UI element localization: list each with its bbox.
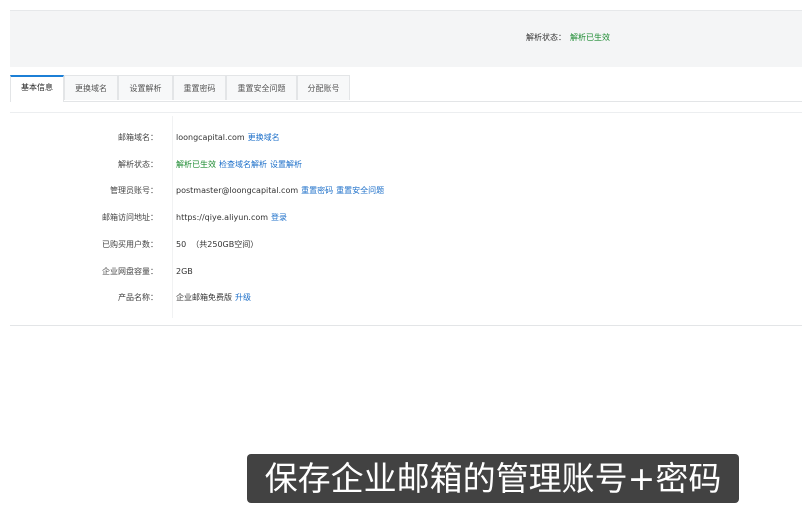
disk-capacity-label: 企业网盘容量： [102,267,158,276]
tab-change-domain[interactable]: 更换域名 [64,75,118,100]
admin-account-value: postmaster@loongcapital.com [176,186,299,195]
reset-password-link[interactable]: 重置密码 [301,186,333,195]
row-user-count: 已购买用户数： 50 （共250GB空间） [0,239,802,251]
dns-status-value: 解析已生效 [176,160,216,169]
check-dns-link[interactable]: 检查域名解析 [219,160,267,169]
mail-url-label: 邮箱访问地址： [102,213,158,222]
row-disk-capacity: 企业网盘容量： 2GB [0,266,802,278]
tab-assign-account[interactable]: 分配账号 [297,75,350,100]
reset-security-question-link[interactable]: 重置安全问题 [336,186,384,195]
row-admin-account: 管理员账号： postmaster@loongcapital.com 重置密码 重置… [0,185,802,197]
tab-basic-info[interactable]: 基本信息 [10,75,64,102]
tab-reset-password[interactable]: 重置密码 [173,75,226,100]
status-banner [10,10,802,67]
mail-domain-value-group: loongcapital.com 更换域名 [176,132,280,144]
tab-set-dns[interactable]: 设置解析 [118,75,173,100]
tab-bar: 基本信息 更换域名 设置解析 重置密码 重置安全问题 分配账号 [10,75,802,102]
user-count-value: 50 （共250GB空间） [176,240,259,249]
dns-status-label: 解析状态： [118,160,158,169]
banner-status: 解析状态： 解析已生效 [526,33,610,43]
disk-capacity-value: 2GB [176,267,193,276]
user-count-label: 已购买用户数： [102,240,158,249]
product-name-value: 企业邮箱免费版 [176,293,232,302]
product-name-value-group: 企业邮箱免费版 升级 [176,292,251,304]
mail-domain-label: 邮箱域名： [118,133,158,142]
set-dns-link[interactable]: 设置解析 [270,160,302,169]
row-product-name: 产品名称： 企业邮箱免费版 升级 [0,292,802,304]
row-mail-url: 邮箱访问地址： https://qiye.aliyun.com 登录 [0,212,802,224]
mail-url-value-group: https://qiye.aliyun.com 登录 [176,212,287,224]
login-link[interactable]: 登录 [271,213,287,222]
upgrade-link[interactable]: 升级 [235,293,251,302]
dns-status-value-group: 解析已生效 检查域名解析 设置解析 [176,159,302,171]
admin-account-value-group: postmaster@loongcapital.com 重置密码 重置安全问题 [176,185,384,197]
banner-status-value: 解析已生效 [570,33,610,42]
mail-domain-value: loongcapital.com [176,133,245,142]
row-mail-domain: 邮箱域名： loongcapital.com 更换域名 [0,132,802,144]
change-domain-link[interactable]: 更换域名 [248,133,280,142]
row-dns-status: 解析状态： 解析已生效 检查域名解析 设置解析 [0,159,802,171]
video-subtitle-caption: 保存企业邮箱的管理账号+密码 [247,454,739,503]
mail-url-value: https://qiye.aliyun.com [176,213,269,222]
admin-account-label: 管理员账号： [110,186,158,195]
tab-reset-security-question[interactable]: 重置安全问题 [226,75,297,100]
banner-status-label: 解析状态： [526,33,566,42]
product-name-label: 产品名称： [118,293,158,302]
mailbox-console: 解析状态： 解析已生效 基本信息 更换域名 设置解析 重置密码 重置安全问题 分配… [0,0,802,513]
